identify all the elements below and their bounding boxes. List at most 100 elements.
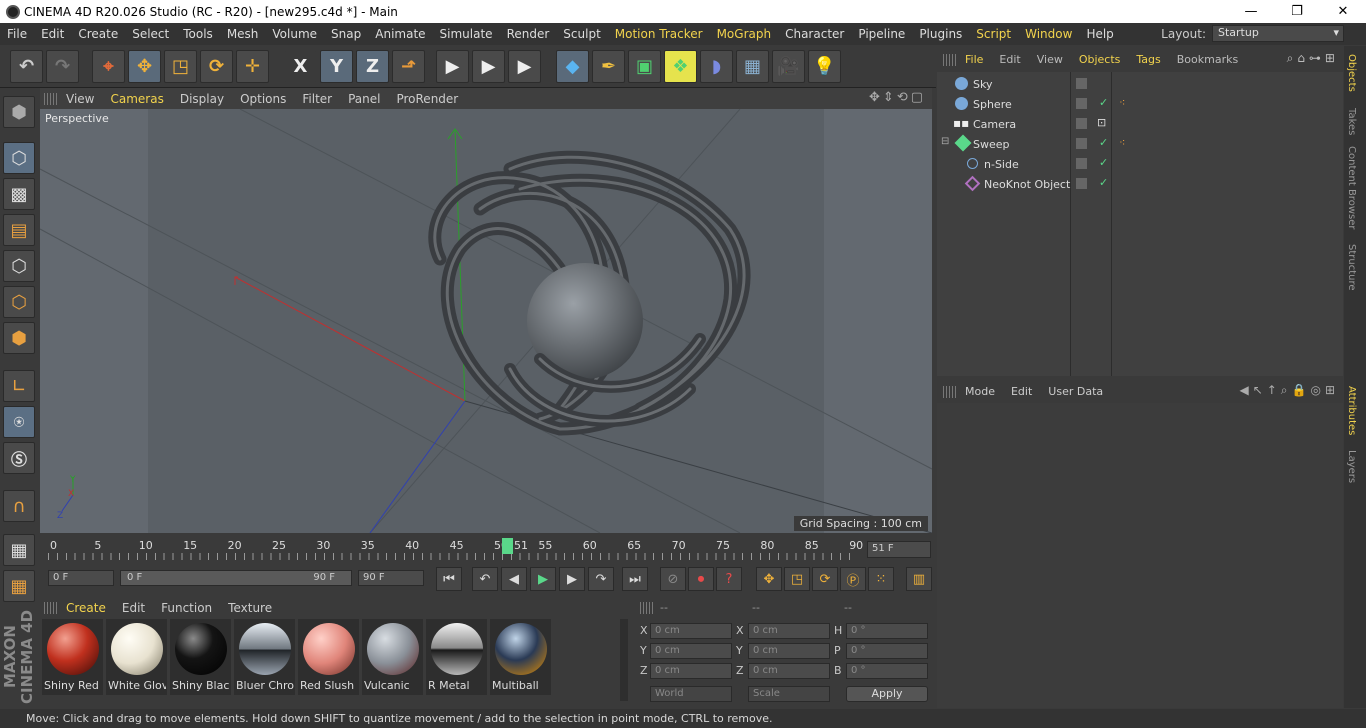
- transform-tool-button[interactable]: ✛: [236, 50, 269, 83]
- material-red-slush[interactable]: Red Slush: [298, 619, 359, 695]
- tweak-mode-button[interactable]: ⍟: [3, 406, 35, 438]
- coordinate-system-button[interactable]: ⬏: [392, 50, 425, 83]
- menu-plugins[interactable]: Plugins: [912, 27, 969, 41]
- array-button[interactable]: ❖: [664, 50, 697, 83]
- object-row-sphere[interactable]: Sphere ✓ ⁖: [937, 94, 1343, 114]
- next-frame-button[interactable]: ▶: [559, 567, 585, 591]
- make-editable-button[interactable]: ⬢: [3, 96, 35, 128]
- viewport-menu-cameras[interactable]: Cameras: [102, 92, 171, 106]
- live-selection-button[interactable]: ⌖: [92, 50, 125, 83]
- point-level-key-button[interactable]: ⁙: [868, 567, 894, 591]
- menu-script[interactable]: Script: [969, 27, 1018, 41]
- minimize-button[interactable]: —: [1228, 0, 1274, 23]
- material-white-glov[interactable]: White Glov: [106, 619, 167, 695]
- timeline-playhead[interactable]: [502, 538, 513, 554]
- menu-simulate[interactable]: Simulate: [433, 27, 500, 41]
- object-row-sweep[interactable]: ⊟ Sweep ✓ ⁖: [937, 134, 1343, 154]
- material-tag-icon[interactable]: ⁖: [1119, 136, 1125, 149]
- material-menu-edit[interactable]: Edit: [114, 601, 153, 615]
- enable-axis-button[interactable]: ∟: [3, 370, 35, 402]
- apply-button[interactable]: Apply: [846, 686, 928, 702]
- undo-button[interactable]: ↶: [10, 50, 43, 83]
- menu-volume[interactable]: Volume: [265, 27, 324, 41]
- menu-create[interactable]: Create: [71, 27, 125, 41]
- tab-layers[interactable]: Layers: [1346, 450, 1357, 483]
- viewport-menu-view[interactable]: View: [58, 92, 102, 106]
- render-view-button[interactable]: ▶: [436, 50, 469, 83]
- material-scrollbar[interactable]: [620, 619, 628, 701]
- rotation-p-field[interactable]: 0 °: [846, 643, 928, 659]
- menu-file[interactable]: File: [0, 27, 34, 41]
- timeline[interactable]: 0 5 10 15 20 25 30 35 40 45 50 55 60 65 70 75 80 85 90 51 …: [40, 535, 932, 567]
- rotation-h-field[interactable]: 0 °: [846, 623, 928, 639]
- tab-objects[interactable]: Objects: [1346, 54, 1357, 92]
- object-row-neoknot[interactable]: NeoKnot Object ✓: [937, 174, 1343, 194]
- layer-icon[interactable]: [1076, 118, 1087, 129]
- frame-range-slider[interactable]: 0 F 90 F: [120, 570, 352, 586]
- material-bluer-chro[interactable]: Bluer Chro: [234, 619, 295, 695]
- viewport-menu-options[interactable]: Options: [232, 92, 294, 106]
- previous-key-button[interactable]: ↶: [472, 567, 498, 591]
- viewport-menu-filter[interactable]: Filter: [294, 92, 340, 106]
- material-menu-texture[interactable]: Texture: [220, 601, 280, 615]
- menu-render[interactable]: Render: [500, 27, 557, 41]
- perspective-viewport[interactable]: Perspective Grid Spacing : 100 cm Y X Z: [40, 109, 932, 533]
- close-button[interactable]: ✕: [1320, 0, 1366, 23]
- menu-edit[interactable]: Edit: [34, 27, 71, 41]
- attribute-menu-user-data[interactable]: User Data: [1040, 385, 1111, 398]
- pen-spline-button[interactable]: ✒: [592, 50, 625, 83]
- tab-structure[interactable]: Structure: [1346, 244, 1357, 291]
- object-row-camera[interactable]: ▪▪ Camera ⊡: [937, 114, 1343, 134]
- layer-icon[interactable]: [1076, 98, 1087, 109]
- cube-primitive-button[interactable]: ◆: [556, 50, 589, 83]
- menu-animate[interactable]: Animate: [368, 27, 432, 41]
- menu-help[interactable]: Help: [1079, 27, 1120, 41]
- next-key-button[interactable]: ↷: [588, 567, 614, 591]
- rotation-b-field[interactable]: 0 °: [846, 663, 928, 679]
- parameter-key-button[interactable]: Ⓟ: [840, 567, 866, 591]
- material-shiny-red[interactable]: Shiny Red: [42, 619, 103, 695]
- object-manager-nav-icons[interactable]: ⌕⌂⊶⊞: [1287, 51, 1339, 66]
- viewport-navigation-icons[interactable]: ✥⇕⟲▢: [869, 90, 926, 105]
- size-x-field[interactable]: 0 cm: [748, 623, 830, 639]
- menu-mesh[interactable]: Mesh: [220, 27, 266, 41]
- redo-button[interactable]: ↷: [46, 50, 79, 83]
- enabled-check-icon[interactable]: ✓: [1099, 136, 1108, 149]
- menu-pipeline[interactable]: Pipeline: [851, 27, 912, 41]
- menu-tools[interactable]: Tools: [176, 27, 220, 41]
- menu-character[interactable]: Character: [778, 27, 851, 41]
- rotate-tool-button[interactable]: ⟳: [200, 50, 233, 83]
- maximize-button[interactable]: ❐: [1274, 0, 1320, 23]
- previous-frame-button[interactable]: ◀: [501, 567, 527, 591]
- object-row-sky[interactable]: Sky: [937, 74, 1343, 94]
- layer-icon[interactable]: [1076, 78, 1087, 89]
- points-mode-button[interactable]: ⬡: [3, 250, 35, 282]
- record-active-objects-button[interactable]: ⊘: [660, 567, 686, 591]
- z-axis-lock-button[interactable]: Z: [356, 50, 389, 83]
- size-y-field[interactable]: 0 cm: [748, 643, 830, 659]
- object-menu-edit[interactable]: Edit: [991, 53, 1028, 66]
- menu-motion-tracker[interactable]: Motion Tracker: [608, 27, 710, 41]
- deformer-button[interactable]: ◗: [700, 50, 733, 83]
- polygons-mode-button[interactable]: ⬢: [3, 322, 35, 354]
- menu-select[interactable]: Select: [125, 27, 176, 41]
- enabled-check-icon[interactable]: ✓: [1099, 176, 1108, 189]
- position-y-field[interactable]: 0 cm: [650, 643, 732, 659]
- end-frame-field[interactable]: 90 F: [358, 570, 424, 586]
- tab-attributes[interactable]: Attributes: [1346, 386, 1357, 435]
- menu-mograph[interactable]: MoGraph: [710, 27, 779, 41]
- current-frame-field[interactable]: 51 F: [867, 541, 931, 558]
- y-axis-lock-button[interactable]: Y: [320, 50, 353, 83]
- subdivision-button[interactable]: ▣: [628, 50, 661, 83]
- workplane-mode-button[interactable]: ▤: [3, 214, 35, 246]
- material-r-metal[interactable]: R Metal: [426, 619, 487, 695]
- menu-window[interactable]: Window: [1018, 27, 1079, 41]
- material-shiny-black[interactable]: Shiny Black: [170, 619, 231, 695]
- camera-target-tag-icon[interactable]: ⊡: [1097, 116, 1106, 129]
- viewport-menu-prorender[interactable]: ProRender: [388, 92, 466, 106]
- scale-tool-button[interactable]: ◳: [164, 50, 197, 83]
- layout-select[interactable]: Startup ▾: [1212, 25, 1344, 42]
- size-z-field[interactable]: 0 cm: [748, 663, 830, 679]
- menu-snap[interactable]: Snap: [324, 27, 368, 41]
- menu-sculpt[interactable]: Sculpt: [556, 27, 607, 41]
